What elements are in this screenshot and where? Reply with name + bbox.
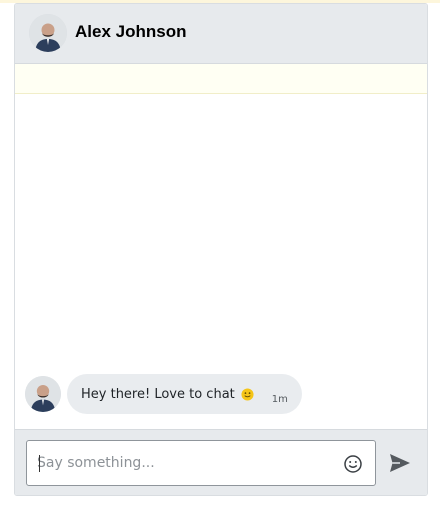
composer-bar xyxy=(15,429,427,495)
slightly-smiling-face-icon xyxy=(241,387,254,401)
message-avatar xyxy=(25,376,61,412)
notice-strip xyxy=(15,64,427,94)
message-bubble: Hey there! Love to chat 1m xyxy=(67,374,302,414)
text-caret xyxy=(39,455,40,472)
chat-header: Alex Johnson xyxy=(15,4,427,64)
smiley-icon xyxy=(344,455,362,473)
contact-avatar[interactable] xyxy=(29,14,67,52)
message-text: Hey there! Love to chat xyxy=(81,386,235,402)
message-timestamp: 1m xyxy=(271,393,288,405)
send-icon xyxy=(390,454,410,472)
contact-name: Alex Johnson xyxy=(75,22,187,41)
message-input[interactable] xyxy=(37,441,327,485)
send-button[interactable] xyxy=(388,452,412,474)
message-list: Hey there! Love to chat 1m xyxy=(15,94,427,429)
user-avatar-icon xyxy=(29,14,67,52)
emoji-button[interactable] xyxy=(343,454,363,474)
message-input-box xyxy=(26,440,376,486)
user-avatar-icon xyxy=(25,376,61,412)
chat-window: Alex Johnson Hey there! Love to chat 1m xyxy=(14,3,428,496)
